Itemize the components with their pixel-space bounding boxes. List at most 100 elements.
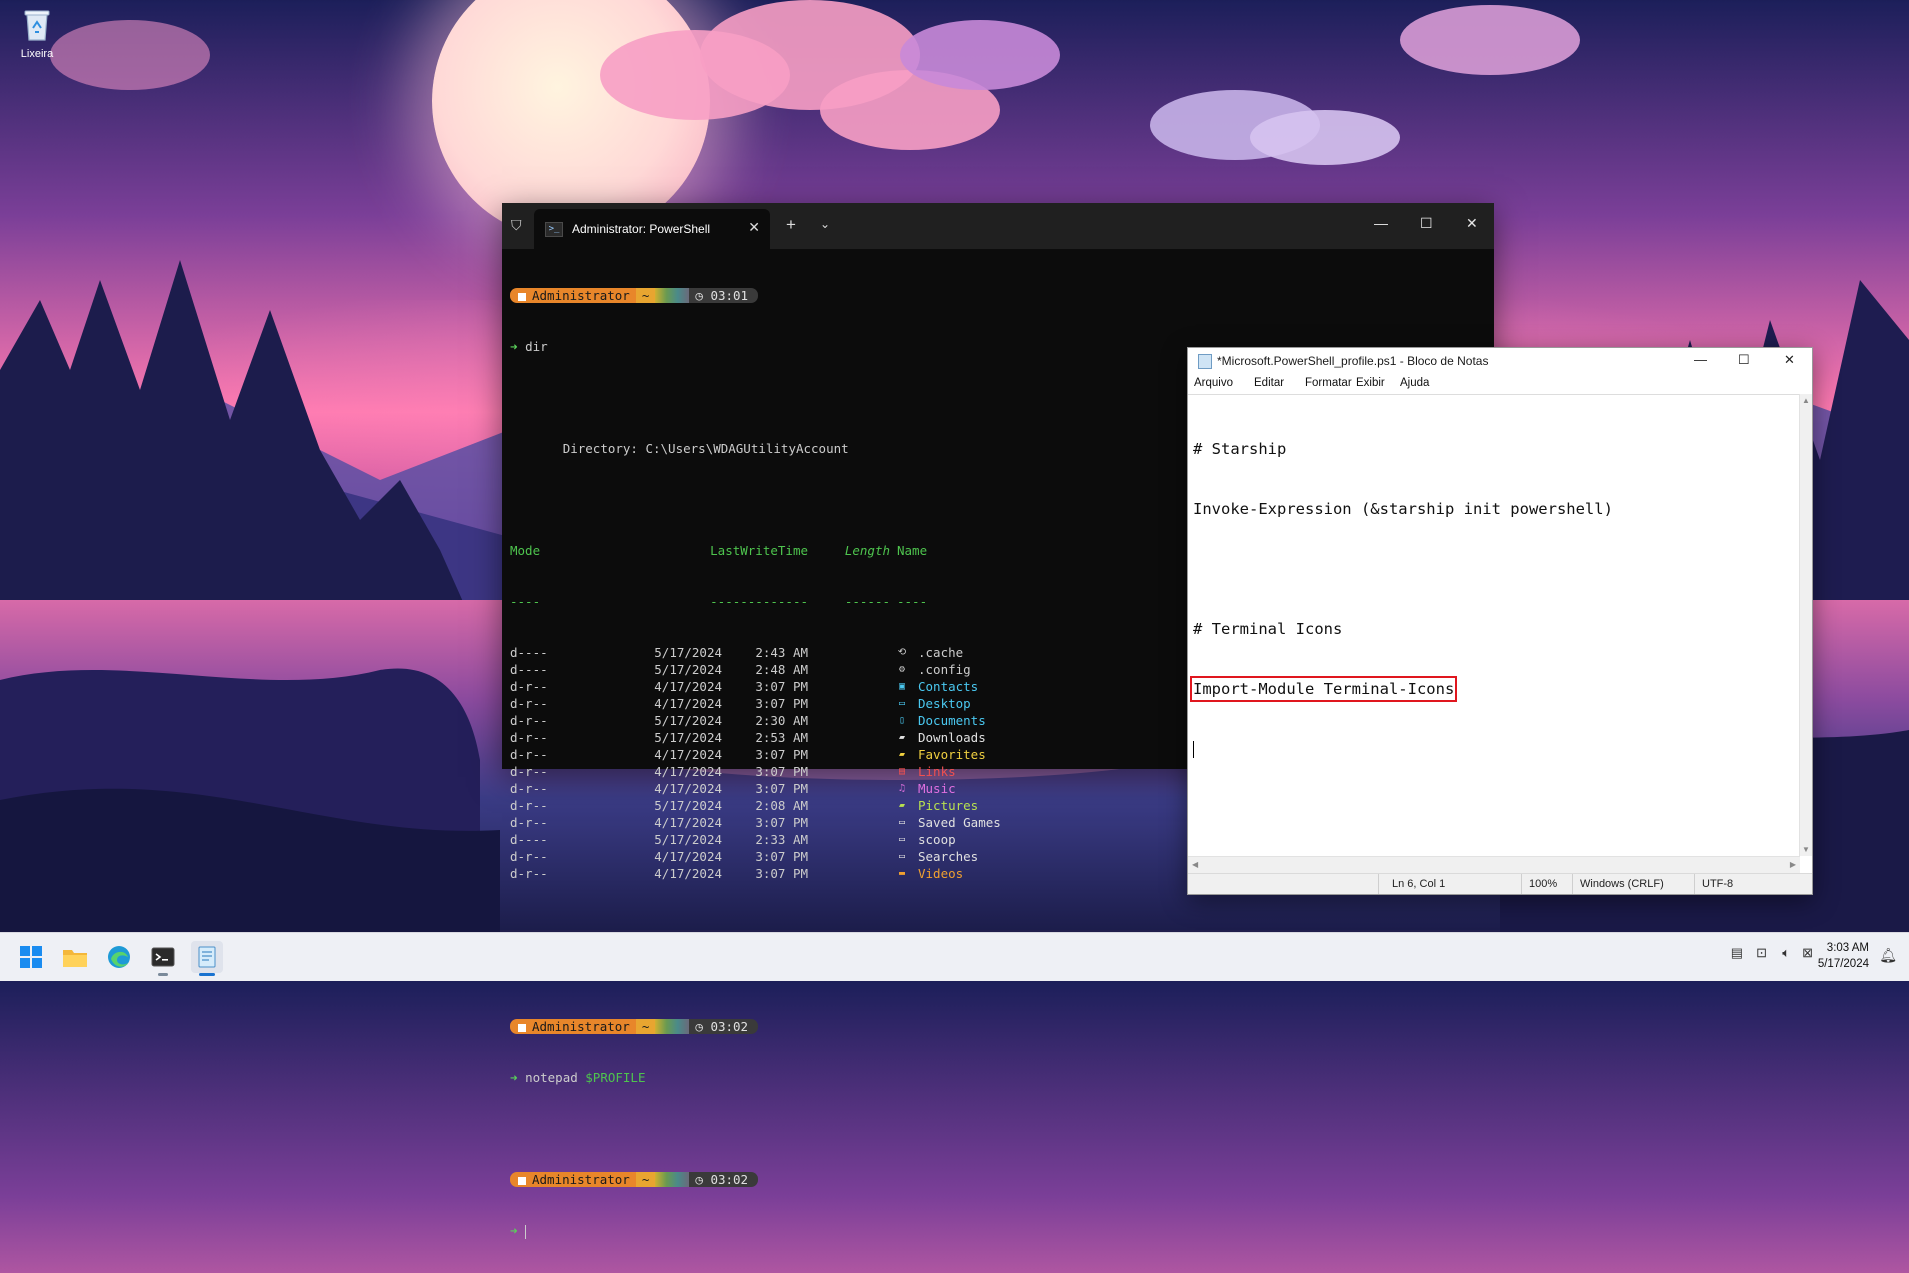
text-line: Invoke-Expression (&starship init powers… [1193,500,1613,518]
shield-icon: ⛉ [511,217,522,233]
battery-icon[interactable]: ⊠ [1802,945,1813,961]
text-line: # Terminal Icons [1193,620,1343,638]
mode-cell: d-r-- [510,764,548,779]
system-clock[interactable]: 3:03 AM 5/17/2024 [1818,940,1869,972]
date-cell: 5/17/2024 [654,645,722,660]
tab-close-icon[interactable]: ✕ [748,219,760,236]
close-icon[interactable]: ✕ [1466,215,1478,232]
input-line[interactable]: ➜ [510,1222,1494,1239]
time-cell: 2:33 AM [755,832,808,847]
tray-device-icon[interactable]: ▤ [1731,945,1743,961]
mode-cell: d---- [510,662,548,677]
folder-icon: ▰ [898,749,906,760]
maximize-icon[interactable]: ☐ [1420,215,1433,232]
menu-formatar[interactable]: Formatar [1305,377,1352,389]
zoom-level: 100% [1529,878,1558,890]
notepad-text-area[interactable]: # Starship Invoke-Expression (&starship … [1188,394,1800,856]
line-ending: Windows (CRLF) [1580,878,1664,890]
encoding: UTF-8 [1702,878,1734,890]
notepad-window[interactable]: *Microsoft.PowerShell_profile.ps1 - Bloc… [1187,347,1813,895]
volume-icon[interactable]: 🔈︎ [1782,945,1790,961]
date-cell: 4/17/2024 [654,866,722,881]
time-cell: 3:07 PM [755,849,808,864]
date-cell: 5/17/2024 [654,730,722,745]
prompt-line: Administrator ~ ◷ 03:02 [510,1171,1494,1188]
mode-cell: d-r-- [510,696,548,711]
menu-editar[interactable]: Editar [1254,377,1284,389]
date-cell: 5/17/2024 [654,713,722,728]
name-cell: Contacts [918,679,979,694]
mode-cell: d---- [510,645,548,660]
name-cell: .config [918,662,971,677]
time-cell: 3:07 PM [755,679,808,694]
text-cursor [1193,741,1194,758]
terminal-titlebar[interactable]: ⛉ >_ Administrator: PowerShell ✕ + ⌄ — ☐… [502,203,1494,249]
horizontal-scrollbar[interactable]: ◀ ▶ [1188,856,1800,873]
name-cell: scoop [918,832,956,847]
minimize-icon[interactable]: — [1374,215,1388,231]
menu-exibir[interactable]: Exibir [1356,377,1385,389]
mode-cell: d-r-- [510,849,548,864]
cursor-position: Ln 6, Col 1 [1392,878,1446,890]
notepad-taskbar-button[interactable] [191,941,223,976]
clock-date: 5/17/2024 [1817,958,1869,970]
vertical-scrollbar[interactable]: ▲ ▼ [1799,394,1812,856]
taskbar: ▤ ⊡ 🔈︎ ⊠ 3:03 AM 5/17/2024 🔔︎ [0,932,1909,981]
name-cell: Music [918,781,956,796]
date-cell: 4/17/2024 [654,815,722,830]
command-line: ➜ notepad $PROFILE [510,1070,646,1085]
terminal-cursor [525,1224,527,1239]
folder-icon: ▭ [898,834,906,845]
name-cell: Documents [918,713,986,728]
date-cell: 5/17/2024 [654,832,722,847]
windows-icon [20,946,42,968]
close-icon[interactable]: ✕ [1784,352,1795,368]
name-cell: .cache [918,645,964,660]
minimize-icon[interactable]: — [1694,352,1707,367]
tab-dropdown-button[interactable]: ⌄ [820,217,830,231]
mode-cell: d-r-- [510,815,548,830]
notification-bell-icon[interactable]: 🔔︎ [1879,947,1897,964]
mode-cell: d-r-- [510,730,548,745]
command-text: dir [525,339,548,354]
mode-cell: d-r-- [510,866,548,881]
prompt-line: Administrator ~ ◷ 03:01 [510,287,1494,304]
prompt-time: 03:01 [710,288,749,303]
time-cell: 2:53 AM [755,730,808,745]
folder-icon: ▭ [898,851,906,862]
start-button[interactable] [15,941,47,973]
folder-icon: ▭ [898,817,906,828]
maximize-icon[interactable]: ☐ [1738,352,1750,368]
time-cell: 3:07 PM [755,696,808,711]
terminal-taskbar-button[interactable] [147,941,179,976]
date-cell: 4/17/2024 [654,849,722,864]
network-icon[interactable]: ⊡ [1756,945,1767,961]
date-cell: 4/17/2024 [654,679,722,694]
clock-time: 3:03 AM [1826,942,1869,954]
tab-title: Administrator: PowerShell [572,222,711,236]
file-explorer-button[interactable] [59,941,91,973]
folder-icon: ⚙ [898,664,906,675]
highlighted-line: Import-Module Terminal-Icons [1189,676,1458,702]
edge-icon [108,946,130,968]
menu-ajuda[interactable]: Ajuda [1400,377,1429,389]
time-cell: 2:48 AM [755,662,808,677]
edge-button[interactable] [103,941,135,973]
mode-cell: d-r-- [510,713,548,728]
name-cell: Favorites [918,747,986,762]
name-cell: Videos [918,866,964,881]
name-cell: Links [918,764,956,779]
time-cell: 3:07 PM [755,866,808,881]
folder-icon: ▭ [898,698,906,709]
mode-cell: d---- [510,832,548,847]
time-cell: 3:07 PM [755,781,808,796]
directory-label: Directory: C:\Users\WDAGUtilityAccount [562,441,849,456]
menu-arquivo[interactable]: Arquivo [1194,377,1233,389]
recycle-bin-shortcut[interactable]: Lixeira [12,8,62,60]
date-cell: 4/17/2024 [654,781,722,796]
tab-powershell[interactable]: >_ Administrator: PowerShell ✕ [534,209,770,249]
name-cell: Pictures [918,798,979,813]
mode-cell: d-r-- [510,747,548,762]
notepad-titlebar[interactable]: *Microsoft.PowerShell_profile.ps1 - Bloc… [1188,348,1812,374]
new-tab-button[interactable]: + [786,215,796,235]
